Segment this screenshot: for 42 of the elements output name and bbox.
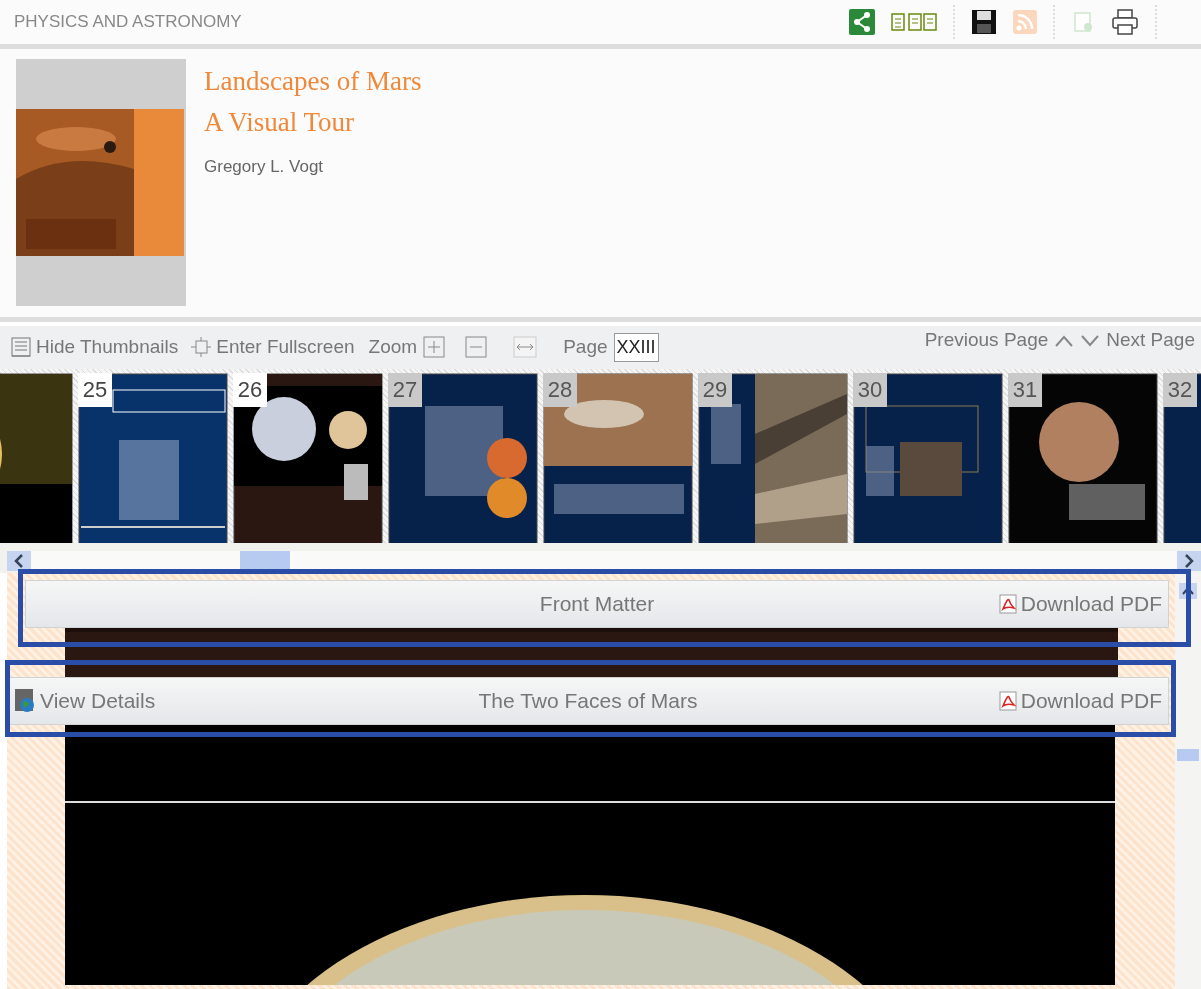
section-title: Front Matter (539, 592, 655, 616)
download-pdf-link[interactable]: Download PDF (998, 592, 1162, 616)
category-label: PHYSICS AND ASTRONOMY (14, 11, 242, 32)
book-title: A Visual Tour (204, 105, 355, 139)
zoom-in-icon[interactable] (423, 336, 446, 359)
page-label: Page (563, 336, 608, 359)
pdf-icon (998, 594, 1017, 614)
zoom-out-icon[interactable] (465, 336, 488, 359)
print-icon[interactable] (1111, 8, 1139, 35)
save-icon[interactable] (971, 8, 997, 35)
view-details-link[interactable]: View Details (14, 688, 156, 714)
fullscreen-icon (190, 336, 213, 359)
fullscreen-button[interactable]: Enter Fullscreen (190, 336, 355, 359)
layout-icon[interactable] (891, 12, 937, 31)
zoom-label: Zoom (368, 336, 418, 359)
page-number: 31 (1008, 373, 1042, 408)
page-number: 29 (698, 373, 732, 408)
page-number: 27 (388, 373, 422, 408)
scroll-left-button[interactable] (7, 551, 31, 572)
share-icon[interactable] (849, 8, 875, 35)
page-number: 28 (543, 373, 577, 408)
fit-width-icon[interactable] (513, 336, 538, 359)
thumbnails-icon (10, 336, 32, 359)
page-number: 26 (233, 373, 267, 408)
book-title: Landscapes of Mars (204, 64, 422, 98)
page-number: 25 (78, 373, 112, 408)
up-caret-icon[interactable] (1054, 333, 1075, 348)
pdf-icon (998, 691, 1017, 711)
section-title: The Two Faces of Mars (478, 689, 698, 713)
down-caret-icon[interactable] (1080, 333, 1101, 348)
scroll-thumb[interactable] (240, 551, 290, 572)
next-page-button[interactable]: Next Page (1106, 328, 1195, 351)
page-number: 30 (853, 373, 887, 408)
page-input[interactable]: XXIII (613, 332, 659, 362)
hide-thumbnails-button[interactable]: Hide Thumbnails (10, 336, 179, 359)
scroll-thumb[interactable] (1177, 749, 1199, 761)
scroll-right-button[interactable] (1177, 551, 1201, 572)
book-author: Gregory L. Vogt (204, 156, 325, 177)
globe-icon (14, 688, 36, 714)
page-number: 32 (1163, 373, 1197, 408)
download-pdf-link[interactable]: Download PDF (998, 689, 1162, 713)
previous-page-button[interactable]: Previous Page (924, 328, 1049, 351)
